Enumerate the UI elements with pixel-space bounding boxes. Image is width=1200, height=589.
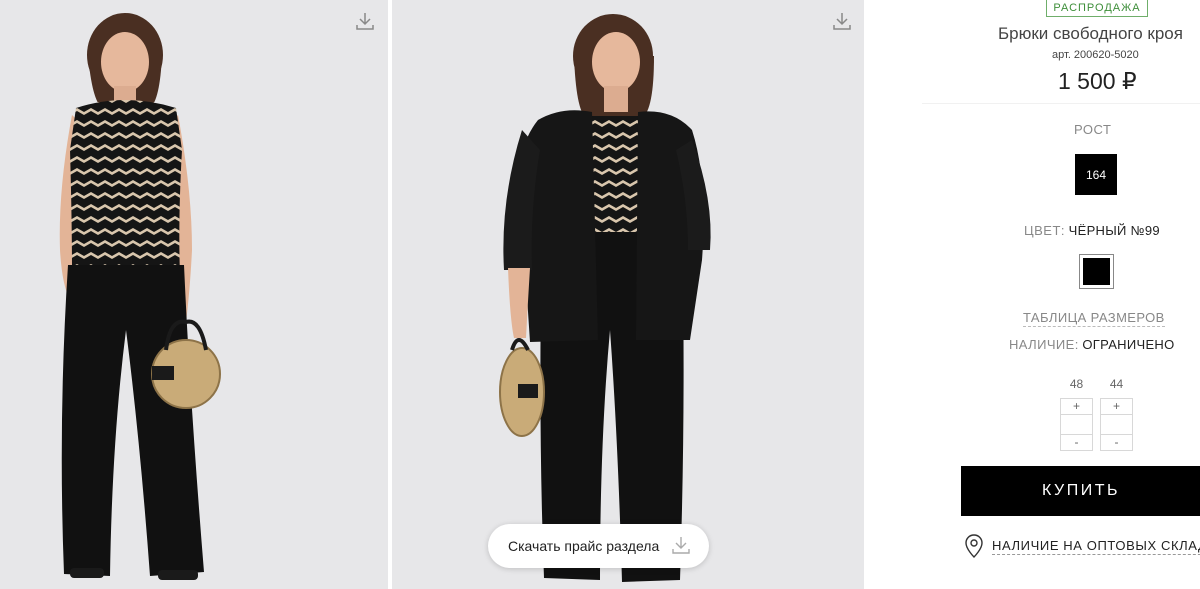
download-icon[interactable] — [831, 10, 853, 32]
availability-value: ОГРАНИЧЕНО — [1082, 337, 1175, 352]
download-price-list-button[interactable]: Скачать прайс раздела — [488, 524, 709, 568]
qty-minus-button[interactable]: - — [1100, 434, 1133, 451]
qty-minus-button[interactable]: - — [1060, 434, 1093, 451]
product-photo-2[interactable] — [392, 0, 864, 589]
model-jacket-illustration — [499, 14, 711, 582]
sale-badge: РАСПРОДАЖА — [1046, 0, 1148, 17]
product-sku: арт. 200620-5020 — [1052, 49, 1139, 61]
location-pin-icon — [964, 534, 984, 558]
qty-input[interactable] — [1100, 415, 1133, 434]
wholesale-label: НАЛИЧИЕ НА ОПТОВЫХ СКЛАДАХ — [992, 538, 1200, 555]
color-row: ЦВЕТ: ЧЁРНЫЙ №99 — [1024, 223, 1160, 238]
availability-row: НАЛИЧИЕ: ОГРАНИЧЕНО — [1009, 337, 1175, 352]
size-qty-48: 48 + - — [1060, 377, 1093, 451]
download-icon — [671, 535, 691, 555]
swatch-fill — [1083, 258, 1110, 285]
size-qty-44: 44 + - — [1100, 377, 1133, 451]
model-front-illustration — [59, 13, 221, 580]
height-option-164[interactable]: 164 — [1075, 154, 1117, 195]
qty-plus-button[interactable]: + — [1100, 398, 1133, 415]
product-page: Скачать прайс раздела РАСПРОДАЖА Брюки с… — [0, 0, 1200, 589]
product-info-panel: РАСПРОДАЖА Брюки свободного кроя арт. 20… — [864, 0, 1200, 589]
wholesale-availability-link[interactable]: НАЛИЧИЕ НА ОПТОВЫХ СКЛАДАХ — [964, 534, 1200, 558]
size-label: 48 — [1069, 377, 1084, 391]
color-value: ЧЁРНЫЙ №99 — [1068, 223, 1160, 238]
height-label: РОСТ — [1074, 122, 1112, 137]
product-price: 1 500 ₽ — [1058, 68, 1137, 94]
color-swatch-black[interactable] — [1079, 254, 1114, 289]
size-table-link[interactable]: ТАБЛИЦА РАЗМЕРОВ — [1023, 310, 1165, 327]
qty-input[interactable] — [1060, 415, 1093, 434]
divider — [922, 103, 1200, 104]
buy-button[interactable]: КУПИТЬ — [961, 466, 1200, 516]
qty-plus-button[interactable]: + — [1060, 398, 1093, 415]
availability-label: НАЛИЧИЕ: — [1009, 337, 1079, 352]
download-price-list-label: Скачать прайс раздела — [508, 538, 660, 554]
download-icon[interactable] — [354, 10, 376, 32]
size-label: 44 — [1109, 377, 1124, 391]
product-photo-1[interactable] — [0, 0, 388, 589]
color-label: ЦВЕТ: — [1024, 223, 1066, 238]
product-title: Брюки свободного кроя — [998, 24, 1183, 43]
